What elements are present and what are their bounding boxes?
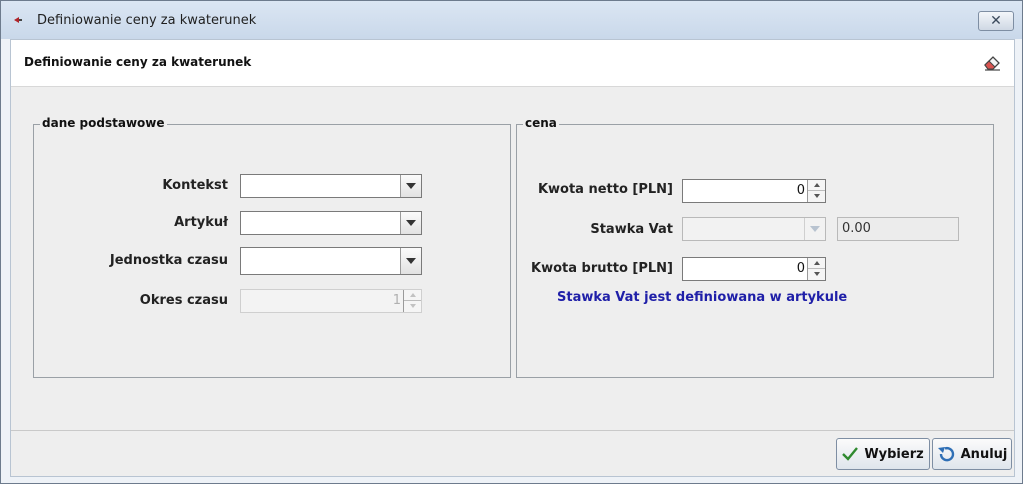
window-title: Definiowanie ceny za kwaterunek: [37, 13, 257, 28]
title-bar[interactable]: Definiowanie ceny za kwaterunek ✕: [1, 1, 1022, 39]
chevron-down-icon[interactable]: [400, 175, 421, 197]
net-amount-spinner[interactable]: 0: [682, 179, 826, 203]
header-title: Definiowanie ceny za kwaterunek: [24, 55, 252, 69]
net-amount-label: Kwota netto [PLN]: [537, 182, 673, 197]
vat-rate-value-field: 0.00: [837, 217, 959, 241]
basic-data-group: dane podstawowe Kontekst Artykuł Jednost…: [33, 116, 511, 378]
context-combo[interactable]: [240, 174, 422, 198]
close-icon: ✕: [990, 13, 1002, 29]
spinner-down-icon[interactable]: [808, 269, 825, 279]
cancel-button[interactable]: Anuluj: [932, 438, 1012, 470]
spinner-up-icon[interactable]: [808, 180, 825, 191]
time-period-spinner[interactable]: 1: [240, 289, 422, 313]
dialog-window: Definiowanie ceny za kwaterunek ✕ Defini…: [0, 0, 1023, 484]
time-unit-label: Jednostka czasu: [109, 253, 228, 268]
article-label: Artykuł: [174, 215, 228, 230]
checkmark-icon: [842, 447, 859, 461]
spinner-down-icon[interactable]: [808, 191, 825, 201]
undo-icon: [937, 446, 954, 462]
price-group-title: cena: [523, 116, 559, 130]
dialog-content: Definiowanie ceny za kwaterunek dane pod…: [10, 39, 1015, 477]
vat-rate-combo[interactable]: [682, 217, 826, 241]
time-period-label: Okres czasu: [139, 293, 228, 308]
article-combo[interactable]: [240, 211, 422, 235]
spinner-up-icon[interactable]: [404, 290, 421, 301]
dialog-header: Definiowanie ceny za kwaterunek: [11, 40, 1014, 87]
basic-data-group-title: dane podstawowe: [40, 116, 167, 130]
gross-amount-spinner[interactable]: 0: [682, 257, 826, 281]
chevron-down-icon[interactable]: [400, 248, 421, 274]
chevron-down-icon[interactable]: [804, 218, 825, 240]
time-unit-combo[interactable]: [240, 247, 422, 275]
vat-rate-label: Stawka Vat: [590, 222, 673, 237]
spinner-up-icon[interactable]: [808, 258, 825, 269]
price-group: cena Kwota netto [PLN] 0 Stawka Vat 0.00…: [516, 116, 994, 378]
eraser-icon[interactable]: [982, 52, 1002, 72]
spinner-down-icon[interactable]: [404, 301, 421, 311]
select-button[interactable]: Wybierz: [836, 438, 930, 470]
context-label: Kontekst: [162, 178, 228, 193]
gross-amount-label: Kwota brutto [PLN]: [531, 261, 673, 276]
close-button[interactable]: ✕: [978, 11, 1014, 31]
chevron-down-icon[interactable]: [400, 212, 421, 234]
app-icon: [14, 17, 22, 23]
footer-divider: [11, 430, 1014, 431]
vat-info-text: Stawka Vat jest definiowana w artykule: [557, 290, 848, 305]
